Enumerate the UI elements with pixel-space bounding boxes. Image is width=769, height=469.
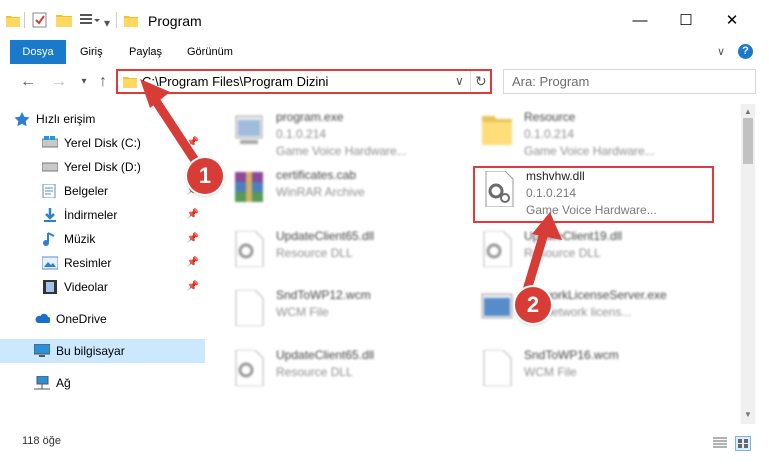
step-2-badge: 2	[515, 287, 551, 323]
annotation-arrows	[140, 79, 562, 295]
step-1-badge: 1	[187, 158, 223, 194]
arrow-1-head	[140, 79, 170, 108]
arrow-1-shaft	[145, 87, 201, 167]
arrow-2-head	[532, 212, 562, 240]
arrow-2-shaft	[522, 225, 550, 295]
